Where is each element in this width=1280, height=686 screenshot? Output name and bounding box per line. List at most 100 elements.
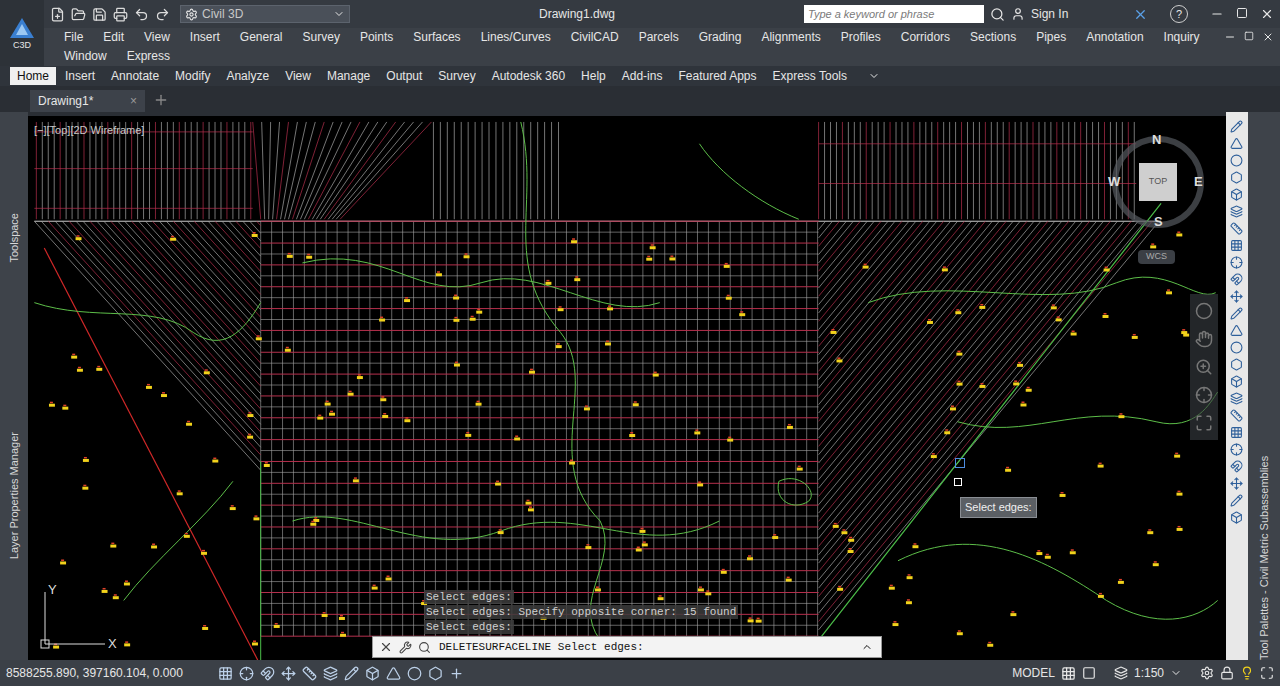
ribbon-tab[interactable]: Survey xyxy=(431,67,482,85)
doc-minimize-icon[interactable] xyxy=(1224,31,1236,43)
quick-access-icon[interactable] xyxy=(155,7,170,22)
tool-palette-icon[interactable] xyxy=(1230,256,1243,269)
help-button[interactable]: ? xyxy=(1170,5,1188,23)
menu-item[interactable]: Edit xyxy=(93,28,134,47)
new-tab-icon[interactable] xyxy=(153,92,169,108)
menu-item[interactable]: Insert xyxy=(180,28,230,47)
tool-palette-icon[interactable] xyxy=(1230,511,1243,524)
tool-palette-icon[interactable] xyxy=(1230,137,1243,150)
command-history-toggle-icon[interactable] xyxy=(861,641,873,653)
tool-palette-icon[interactable] xyxy=(1230,409,1243,422)
recent-commands-icon[interactable] xyxy=(418,641,431,654)
menu-item[interactable]: View xyxy=(134,28,180,47)
tool-palette-icon[interactable] xyxy=(1230,392,1243,405)
file-tab[interactable]: Drawing1*× xyxy=(30,90,145,112)
quick-access-icon[interactable] xyxy=(50,7,65,22)
menu-item[interactable]: Parcels xyxy=(629,28,689,47)
tool-palette-icon[interactable] xyxy=(1230,205,1243,218)
menu-item[interactable]: Grading xyxy=(689,28,752,47)
tool-palette-icon[interactable] xyxy=(1230,324,1243,337)
surface-drawing[interactable] xyxy=(28,116,1226,660)
menu-item[interactable]: Pipes xyxy=(1026,28,1076,47)
tool-palette-icon[interactable] xyxy=(1230,222,1243,235)
quick-access-icon[interactable] xyxy=(71,7,86,22)
model-space[interactable]: MODEL xyxy=(1012,664,1055,682)
drafting-setting-icon[interactable] xyxy=(344,666,359,681)
tool-palette-icon[interactable] xyxy=(1230,171,1243,184)
user-icon[interactable] xyxy=(1011,7,1025,21)
ucs-menu[interactable]: WCS xyxy=(1138,250,1175,264)
drafting-setting-icon[interactable] xyxy=(407,666,422,681)
workspace-switch-icon[interactable] xyxy=(1200,666,1214,680)
close-icon[interactable] xyxy=(1260,7,1274,21)
menu-item[interactable]: Sections xyxy=(960,28,1026,47)
drafting-setting-icon[interactable] xyxy=(428,666,443,681)
layout-icon[interactable] xyxy=(1061,666,1076,681)
binoculars-icon[interactable] xyxy=(990,7,1005,22)
search-box[interactable]: Type a keyword or phrase xyxy=(804,5,984,23)
lock-icon[interactable] xyxy=(1220,666,1234,680)
drafting-setting-icon[interactable] xyxy=(260,666,275,681)
tool-palette-icon[interactable] xyxy=(1230,273,1243,286)
tool-palette-title[interactable]: Tool Palettes - Civil Metric Subassembli… xyxy=(1248,272,1280,660)
close-tab[interactable]: × xyxy=(130,92,137,110)
drafting-setting-icon[interactable] xyxy=(218,666,233,681)
drafting-setting-icon[interactable] xyxy=(449,666,464,681)
quick-access-icon[interactable] xyxy=(113,7,128,22)
tool-palette-icon[interactable] xyxy=(1230,443,1243,456)
ribbon-tab[interactable]: Output xyxy=(379,67,429,85)
doc-restore-icon[interactable] xyxy=(1244,31,1254,41)
viewcube[interactable]: NSWETOP xyxy=(1112,136,1204,228)
drafting-setting-icon[interactable] xyxy=(302,666,317,681)
exchange-icon[interactable] xyxy=(1133,7,1148,22)
menu-item[interactable]: Window xyxy=(54,47,117,66)
annotation-scale[interactable]: 1:150 xyxy=(1134,664,1164,682)
menu-item[interactable]: Profiles xyxy=(831,28,891,47)
minimize-icon[interactable] xyxy=(1210,7,1224,21)
ribbon-tab[interactable]: Manage xyxy=(320,67,377,85)
steering-wheel-icon[interactable] xyxy=(1195,302,1213,320)
ribbon-tab[interactable]: Autodesk 360 xyxy=(485,67,572,85)
menu-item[interactable]: Alignments xyxy=(751,28,830,47)
close-command-icon[interactable] xyxy=(379,640,393,654)
command-line[interactable]: DELETESURFACELINE Select edges: xyxy=(372,636,882,658)
menu-item[interactable]: CivilCAD xyxy=(561,28,629,47)
quick-access-icon[interactable] xyxy=(134,7,149,22)
ribbon-tab[interactable]: Home xyxy=(10,67,56,85)
tool-palette-icon[interactable] xyxy=(1230,375,1243,388)
ribbon-tab[interactable]: Annotate xyxy=(104,67,166,85)
tool-palette-icon[interactable] xyxy=(1230,120,1243,133)
drafting-setting-icon[interactable] xyxy=(323,666,338,681)
palette-label[interactable]: Layer Properties Manager xyxy=(0,432,30,559)
menu-item[interactable]: File xyxy=(54,28,93,47)
customize-icon[interactable] xyxy=(399,641,412,654)
annotation-icon[interactable] xyxy=(1114,666,1128,680)
clean-screen-icon[interactable] xyxy=(1260,666,1274,680)
drafting-setting-icon[interactable] xyxy=(386,666,401,681)
pan-icon[interactable] xyxy=(1195,330,1213,348)
menu-item[interactable]: Inquiry xyxy=(1154,28,1210,47)
tool-palette-icon[interactable] xyxy=(1230,341,1243,354)
ribbon-options-icon[interactable] xyxy=(868,70,880,82)
maximize-icon[interactable] xyxy=(1236,7,1248,19)
ribbon-tab[interactable]: Analyze xyxy=(219,67,276,85)
tool-palette-icon[interactable] xyxy=(1230,154,1243,167)
ribbon-tab[interactable]: View xyxy=(278,67,318,85)
menu-item[interactable]: Express xyxy=(117,47,180,66)
palette-label[interactable]: Toolspace xyxy=(0,213,30,263)
menu-item[interactable]: Annotation xyxy=(1076,28,1153,47)
orbit-icon[interactable] xyxy=(1195,386,1213,404)
tool-palette-icon[interactable] xyxy=(1230,239,1243,252)
ribbon-tab[interactable]: Featured Apps xyxy=(671,67,763,85)
viewport-icon[interactable] xyxy=(1082,666,1096,680)
workspace-dropdown[interactable]: Civil 3D xyxy=(180,5,350,23)
tool-palette-icon[interactable] xyxy=(1230,477,1243,490)
isolate-icon[interactable] xyxy=(1240,666,1254,680)
tool-palette-icon[interactable] xyxy=(1230,426,1243,439)
tool-palette-icon[interactable] xyxy=(1230,307,1243,320)
scale-dropdown-icon[interactable] xyxy=(1170,667,1182,679)
ribbon-tab[interactable]: Help xyxy=(574,67,613,85)
viewcube-face[interactable]: TOP xyxy=(1139,163,1177,201)
drafting-setting-icon[interactable] xyxy=(281,666,296,681)
tool-palette-icon[interactable] xyxy=(1230,188,1243,201)
